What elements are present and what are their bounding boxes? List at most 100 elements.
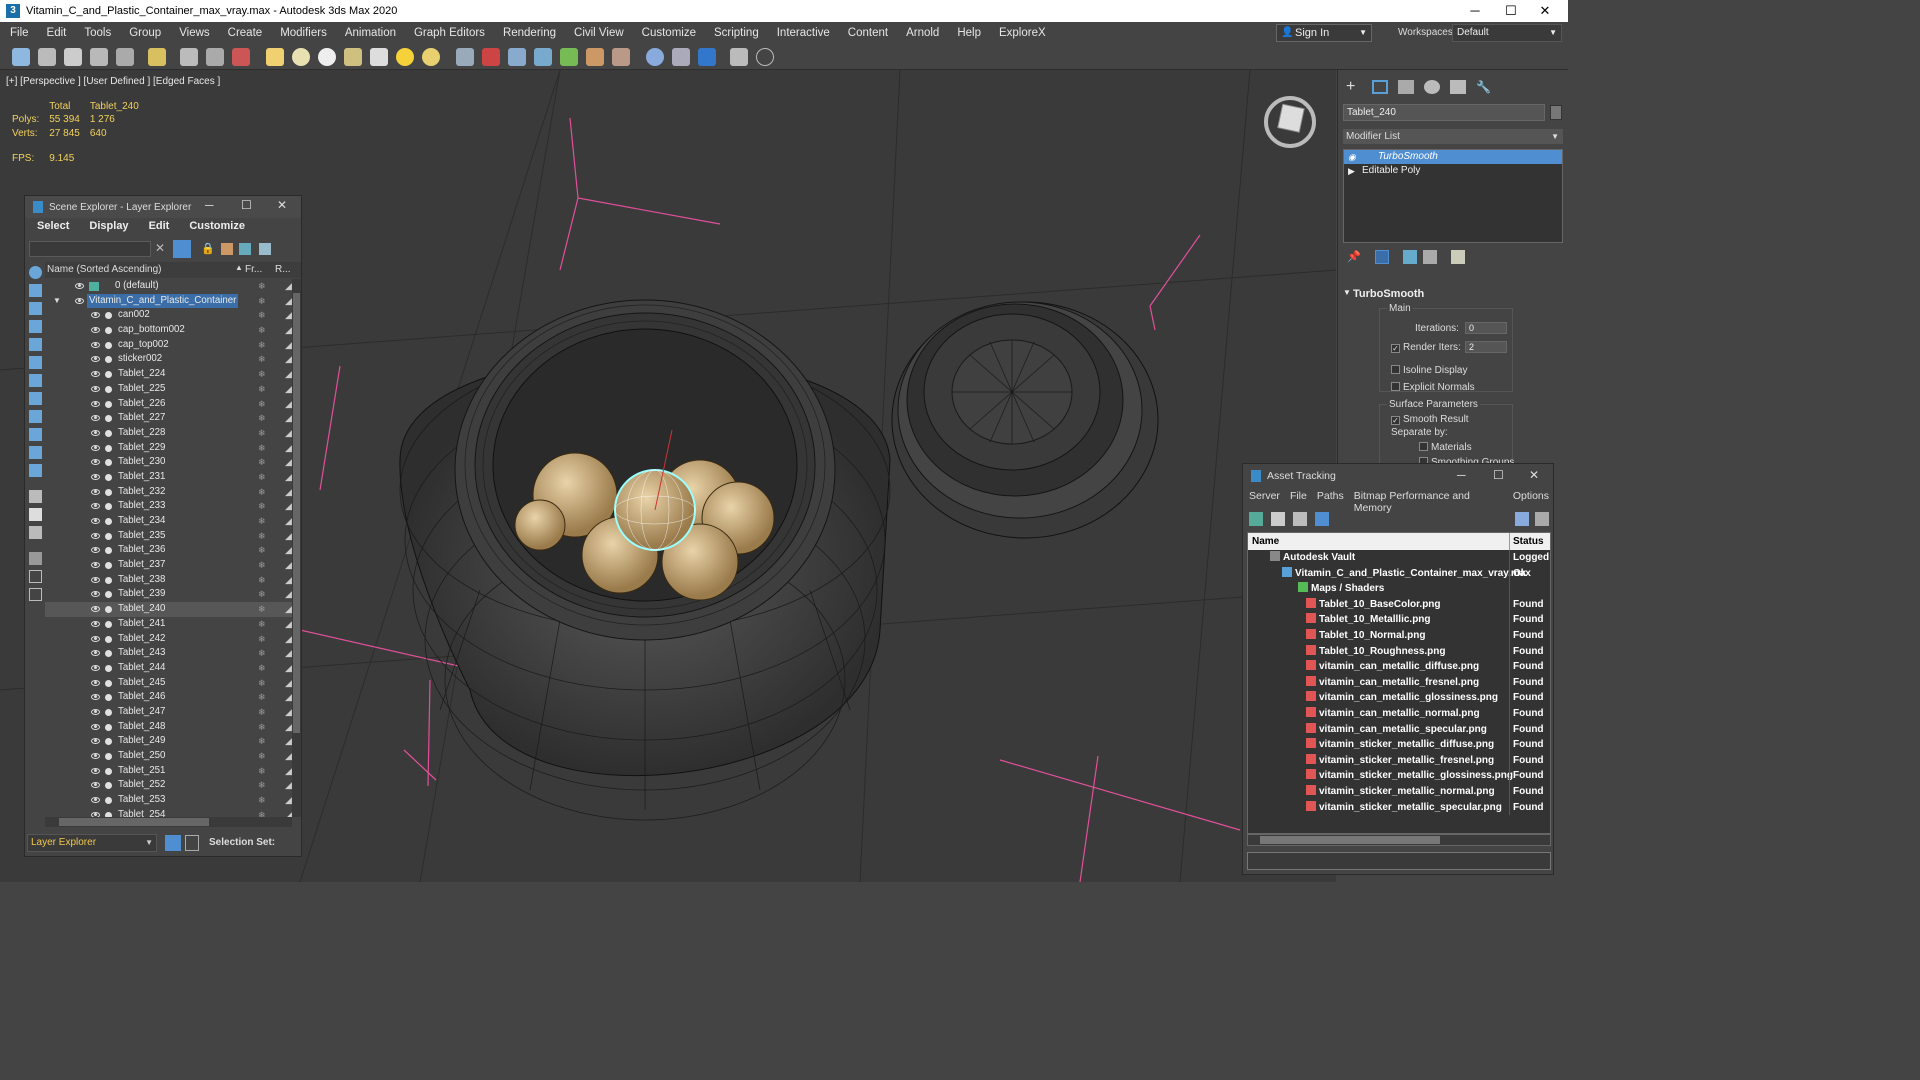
refresh-icon[interactable]	[1249, 512, 1263, 526]
scene-explorer-row[interactable]: Tablet_226 ❄ ◢	[45, 397, 292, 412]
create-box-icon[interactable]	[266, 48, 284, 66]
explicit-normals-checkbox[interactable]: Explicit Normals	[1391, 382, 1475, 393]
select-by-name-icon[interactable]	[206, 48, 224, 66]
display-tab-icon[interactable]	[1450, 80, 1466, 94]
layers-toggle-icon[interactable]	[165, 835, 181, 851]
eye-icon[interactable]	[91, 547, 100, 554]
se-menu-display[interactable]: Display	[77, 220, 136, 238]
eye-icon[interactable]	[91, 503, 100, 510]
renderable-icon[interactable]: ◢	[285, 676, 292, 691]
eye-icon[interactable]	[91, 708, 100, 715]
scrollbar-thumb[interactable]	[293, 293, 300, 733]
eye-icon[interactable]	[91, 488, 100, 495]
scene-explorer-row[interactable]: Tablet_230 ❄ ◢	[45, 455, 292, 470]
maximize-icon[interactable]: ☐	[1493, 468, 1504, 482]
eye-icon[interactable]	[91, 312, 100, 319]
eye-icon[interactable]	[91, 415, 100, 422]
freeze-icon[interactable]: ❄	[258, 587, 266, 602]
asset-path-field[interactable]	[1247, 852, 1551, 870]
freeze-icon[interactable]: ❄	[258, 558, 266, 573]
freeze-icon[interactable]: ❄	[258, 455, 266, 470]
menu-content[interactable]: Content	[838, 27, 896, 39]
scene-explorer-row[interactable]: Tablet_252 ❄ ◢	[45, 778, 292, 793]
eye-icon[interactable]	[91, 356, 100, 363]
freeze-icon[interactable]: ❄	[258, 573, 266, 588]
vray-clipper-icon[interactable]	[612, 48, 630, 66]
renderable-icon[interactable]: ◢	[285, 690, 292, 705]
asset-row[interactable]: Tablet_10_BaseColor.png Found	[1248, 596, 1550, 613]
menu-scripting[interactable]: Scripting	[704, 27, 767, 39]
scene-explorer-row[interactable]: Tablet_235 ❄ ◢	[45, 529, 292, 544]
hierarchy-icon[interactable]	[259, 243, 271, 255]
scene-explorer-row[interactable]: Tablet_225 ❄ ◢	[45, 382, 292, 397]
vray-render-icon[interactable]	[698, 48, 716, 66]
eye-icon[interactable]	[91, 753, 100, 759]
freeze-icon[interactable]: ❄	[258, 382, 266, 397]
eye-icon[interactable]	[91, 591, 100, 598]
display-helpers-icon[interactable]	[29, 356, 42, 369]
scrollbar-thumb[interactable]	[1260, 836, 1440, 844]
asset-row[interactable]: vitamin_sticker_metallic_normal.png Found	[1248, 783, 1550, 800]
object-color-swatch[interactable]	[1550, 105, 1562, 120]
renderable-icon[interactable]: ◢	[285, 470, 292, 485]
expand-arrow-icon[interactable]: ▶	[1348, 164, 1355, 178]
create-omni-light-icon[interactable]	[422, 48, 440, 66]
renderable-icon[interactable]: ◢	[285, 455, 292, 470]
vray-frame-buffer-icon[interactable]	[646, 48, 664, 66]
renderable-icon[interactable]: ◢	[285, 793, 292, 808]
vray-plane-icon[interactable]	[508, 48, 526, 66]
freeze-icon[interactable]: ❄	[258, 323, 266, 338]
asset-row[interactable]: vitamin_can_metallic_diffuse.png Found	[1248, 659, 1550, 675]
eye-icon[interactable]	[91, 576, 100, 583]
renderable-icon[interactable]: ◢	[285, 720, 292, 735]
display-xrefs-icon[interactable]	[29, 410, 42, 423]
freeze-icon[interactable]: ❄	[258, 676, 266, 691]
redo-icon[interactable]	[38, 48, 56, 66]
asset-row[interactable]: vitamin_can_metallic_glossiness.png Found	[1248, 690, 1550, 706]
se-menu-select[interactable]: Select	[25, 220, 77, 238]
renderable-icon[interactable]: ◢	[285, 323, 292, 338]
rectangular-selection-icon[interactable]	[232, 48, 250, 66]
display-none2-icon[interactable]	[29, 508, 42, 521]
menu-group[interactable]: Group	[119, 27, 169, 39]
renderable-icon[interactable]: ◢	[285, 632, 292, 647]
sign-in-dropdown[interactable]: 👤 Sign In ▼	[1276, 24, 1372, 42]
at-menu-file[interactable]: File	[1284, 490, 1311, 506]
scene-explorer-row[interactable]: Tablet_238 ❄ ◢	[45, 573, 292, 588]
display-frozen-icon[interactable]	[29, 464, 42, 477]
renderable-icon[interactable]: ◢	[285, 778, 292, 793]
freeze-icon[interactable]: ❄	[258, 734, 266, 749]
renderable-icon[interactable]: ◢	[285, 441, 292, 456]
renderable-icon[interactable]: ◢	[285, 308, 292, 323]
eye-icon[interactable]	[91, 606, 100, 613]
freeze-icon[interactable]: ❄	[258, 426, 266, 441]
eye-icon[interactable]	[91, 444, 100, 451]
freeze-icon[interactable]: ❄	[258, 411, 266, 426]
asset-row[interactable]: Maps / Shaders	[1248, 581, 1550, 597]
pin-stack-icon[interactable]: 📌	[1347, 250, 1361, 264]
vray-hdri-icon[interactable]	[586, 48, 604, 66]
modify-tab-icon[interactable]	[1372, 80, 1388, 94]
freeze-icon[interactable]: ❄	[258, 749, 266, 764]
eye-icon[interactable]	[91, 797, 100, 804]
scene-explorer-row[interactable]: Tablet_239 ❄ ◢	[45, 587, 292, 602]
display-cameras-icon[interactable]	[29, 338, 42, 351]
menu-views[interactable]: Views	[169, 27, 217, 39]
eye-icon[interactable]	[91, 473, 100, 480]
close-icon[interactable]: ✕	[1529, 468, 1539, 482]
freeze-icon[interactable]: ❄	[258, 499, 266, 514]
menu-interactive[interactable]: Interactive	[767, 27, 838, 39]
freeze-icon[interactable]: ❄	[258, 646, 266, 661]
renderable-icon[interactable]: ◢	[285, 617, 292, 632]
eye-icon[interactable]	[91, 679, 100, 686]
details-view-icon[interactable]	[1293, 512, 1307, 526]
filter-icon[interactable]	[173, 240, 191, 258]
renderable-icon[interactable]: ◢	[285, 543, 292, 558]
freeze-icon[interactable]: ❄	[258, 793, 266, 808]
jar-lid-model[interactable]	[891, 301, 1159, 539]
menu-rendering[interactable]: Rendering	[493, 27, 564, 39]
layers-icon[interactable]	[239, 243, 251, 255]
scene-explorer-row[interactable]: Tablet_253 ❄ ◢	[45, 793, 292, 808]
eye-icon[interactable]	[75, 297, 84, 304]
renderable-icon[interactable]: ◢	[285, 411, 292, 426]
